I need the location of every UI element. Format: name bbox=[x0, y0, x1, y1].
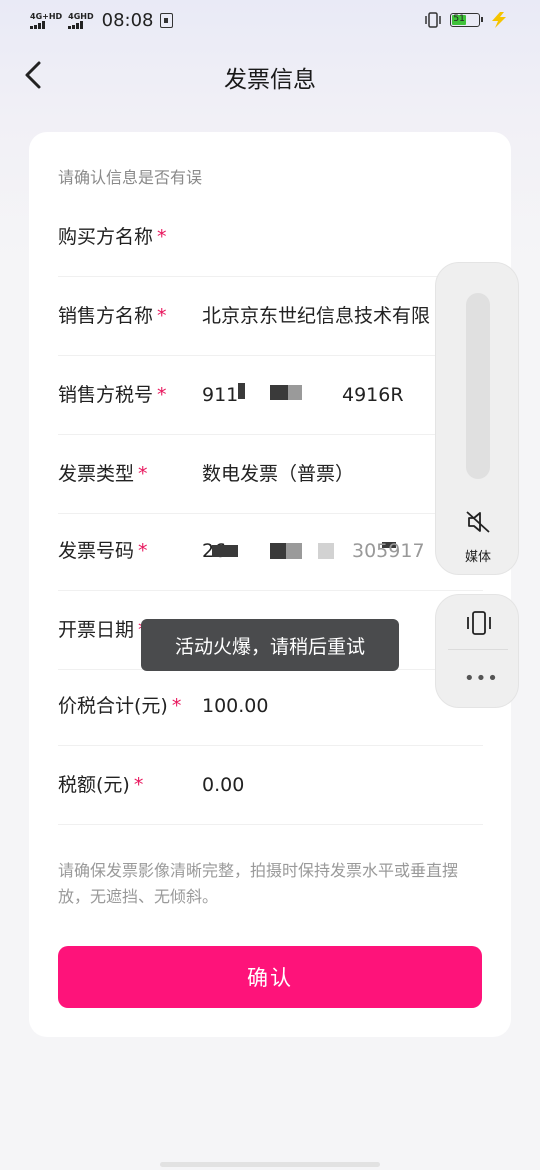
status-bar: 4G+HD 4GHD 08:08 51 bbox=[0, 0, 540, 40]
row-label: 开票日期* bbox=[58, 619, 148, 641]
row-label: 价税合计(元) * bbox=[58, 695, 182, 717]
confirm-hint: 请确认信息是否有误 bbox=[58, 168, 203, 187]
home-indicator[interactable] bbox=[160, 1162, 380, 1167]
row-label: 发票号码 * bbox=[58, 540, 148, 562]
ringer-mode-panel: ••• bbox=[435, 594, 519, 708]
battery-level: 51 bbox=[452, 14, 467, 25]
charging-bolt-icon bbox=[492, 12, 506, 28]
invoice-card: 请确认信息是否有误 购买方名称 * 销售方名称 * 北京京东世纪信息技术有限 销售方… bbox=[29, 132, 511, 1037]
status-time: 08:08 bbox=[101, 9, 154, 31]
photo-guidance-note: 请确保发票影像清晰完整，拍摄时保持发票水平或垂直摆放，无遮挡、无倾斜。 bbox=[58, 861, 459, 906]
row-value: 0.00 bbox=[202, 774, 245, 796]
row-label: 发票类型 * bbox=[58, 463, 148, 485]
signal-icon-1: 4G+HD bbox=[30, 12, 62, 29]
redaction-block bbox=[270, 385, 288, 400]
battery-icon: 51 bbox=[450, 13, 483, 27]
sim-icon bbox=[159, 12, 173, 28]
media-label: 媒体 bbox=[464, 550, 491, 565]
redaction-block bbox=[288, 385, 302, 400]
confirm-button[interactable]: 确认 bbox=[58, 946, 482, 1008]
volume-panel: 媒体 bbox=[435, 262, 519, 575]
redaction-block bbox=[270, 543, 286, 559]
toast-message: 活动火爆，请稍后重试 bbox=[141, 619, 399, 671]
row-label: 税额(元) * bbox=[58, 774, 144, 796]
value-tail: 305917 bbox=[352, 540, 425, 562]
redaction-block bbox=[238, 383, 245, 399]
value-head: 911 bbox=[202, 384, 239, 406]
volume-slider[interactable] bbox=[466, 293, 490, 479]
signal-icon-2: 4GHD bbox=[68, 11, 94, 29]
network-label-2: 4GHD bbox=[68, 11, 94, 21]
row-total-amount[interactable]: 价税合计(元) * 100.00 bbox=[58, 667, 483, 746]
row-tax-amount[interactable]: 税额(元) * 0.00 bbox=[58, 746, 483, 825]
redaction-block bbox=[212, 545, 238, 557]
redaction-block bbox=[286, 543, 302, 559]
network-label-1: 4G+HD bbox=[30, 11, 63, 21]
more-icon[interactable]: ••• bbox=[464, 669, 498, 689]
row-invoice-type[interactable]: 发票类型 * 数电发票（普票） bbox=[58, 435, 483, 514]
divider bbox=[448, 649, 508, 650]
mute-icon[interactable] bbox=[464, 509, 492, 535]
vibrate-icon[interactable] bbox=[464, 609, 494, 637]
row-label: 销售方税号 * bbox=[58, 384, 167, 406]
value-tail: 4916R bbox=[342, 384, 404, 406]
row-seller-name[interactable]: 销售方名称 * 北京京东世纪信息技术有限 bbox=[58, 277, 483, 356]
row-seller-tax-id[interactable]: 销售方税号 * 911 4916R bbox=[58, 356, 483, 435]
page-title: 发票信息 bbox=[224, 67, 316, 93]
nav-bar: 发票信息 bbox=[0, 50, 540, 100]
row-label: 购买方名称 * bbox=[58, 226, 167, 248]
redaction-block bbox=[318, 543, 334, 559]
row-invoice-number[interactable]: 发票号码* 26 305917 bbox=[58, 512, 483, 591]
row-buyer-name[interactable]: 购买方名称 * bbox=[58, 198, 483, 277]
row-label: 销售方名称 * bbox=[58, 305, 167, 327]
vibrate-status-icon bbox=[425, 12, 441, 28]
